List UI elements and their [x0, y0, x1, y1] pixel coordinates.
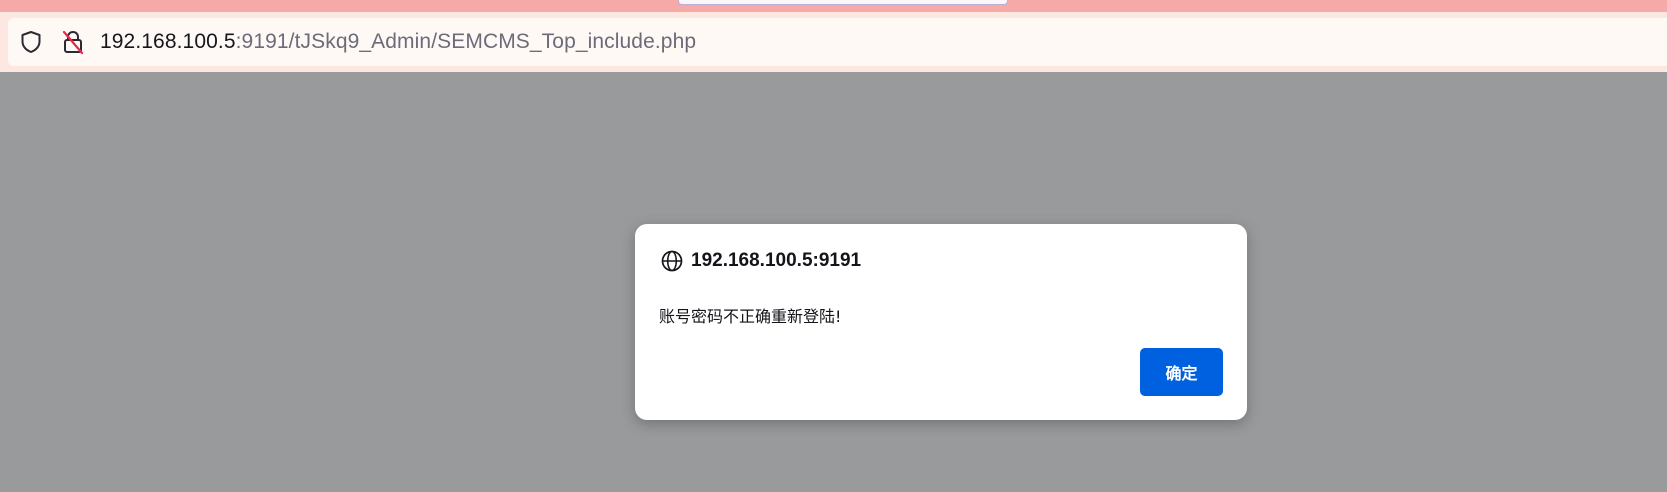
tab-edge[interactable]: [678, 0, 1008, 5]
dialog-header: 192.168.100.5:9191: [659, 248, 861, 274]
address-bar[interactable]: 192.168.100.5:9191/tJSkq9_Admin/SEMCMS_T…: [8, 18, 1667, 66]
url-host: 192.168.100.5: [100, 30, 236, 53]
dialog-origin: 192.168.100.5:9191: [691, 250, 862, 271]
browser-toolbar: 192.168.100.5:9191/tJSkq9_Admin/SEMCMS_T…: [0, 12, 1667, 72]
alert-dialog: 192.168.100.5:9191 账号密码不正确重新登陆! 确定: [635, 224, 1247, 420]
globe-icon: [659, 248, 685, 274]
url-text[interactable]: 192.168.100.5:9191/tJSkq9_Admin/SEMCMS_T…: [100, 30, 696, 54]
dialog-message: 账号密码不正确重新登陆!: [659, 307, 842, 326]
ok-button[interactable]: 确定: [1140, 348, 1223, 396]
shield-icon[interactable]: [18, 29, 44, 55]
url-path: :9191/tJSkq9_Admin/SEMCMS_Top_include.ph…: [235, 30, 697, 53]
insecure-lock-icon[interactable]: [60, 29, 86, 55]
